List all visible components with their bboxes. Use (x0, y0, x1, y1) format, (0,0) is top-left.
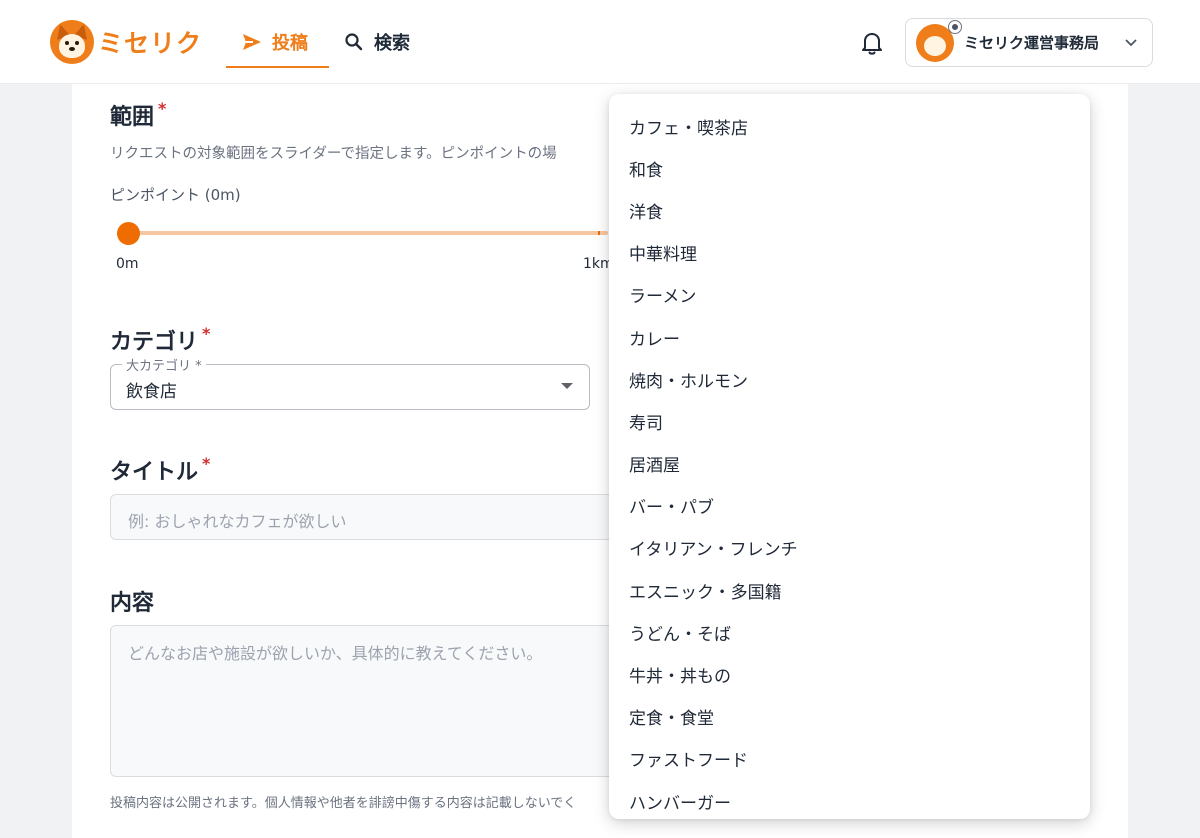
dropdown-option[interactable]: 焼肉・ホルモン (609, 358, 1090, 400)
dropdown-option[interactable]: 中華料理 (609, 232, 1090, 274)
dropdown-option[interactable]: 定食・食堂 (609, 696, 1090, 738)
dropdown-option[interactable]: 和食 (609, 147, 1090, 189)
dropdown-option[interactable]: 居酒屋 (609, 443, 1090, 485)
content-notice: 投稿内容は公開されます。個人情報や他者を誹謗中傷する内容は記載しないでく (110, 796, 577, 811)
range-slider-thumb[interactable] (117, 222, 140, 245)
avatar (916, 19, 962, 62)
app-header: ミセリク 投稿 検索 ミセリク運営事務局 (0, 0, 1200, 84)
required-mark: * (158, 99, 167, 118)
tab-post-label: 投稿 (272, 33, 308, 54)
user-name: ミセリク運営事務局 (964, 34, 1100, 52)
dropdown-option[interactable]: バー・パブ (609, 485, 1090, 527)
range-slider-track[interactable] (128, 231, 608, 235)
tab-search[interactable]: 検索 (344, 22, 410, 62)
dropdown-option[interactable]: ラーメン (609, 274, 1090, 316)
active-tab-indicator (226, 66, 329, 68)
subcategory-dropdown-menu: カフェ・喫茶店 和食 洋食 中華料理 ラーメン カレー 焼肉・ホルモン 寿司 居… (609, 94, 1090, 819)
chevron-down-icon (1125, 39, 1137, 47)
main-category-label: 大カテゴリ * (122, 355, 206, 374)
settings-badge-icon (948, 19, 962, 34)
slider-label-min: 0m (116, 256, 139, 272)
main-category-value: 飲食店 (126, 382, 177, 402)
dropdown-option[interactable]: ファストフード (609, 738, 1090, 780)
dropdown-option[interactable]: カフェ・喫茶店 (609, 105, 1090, 147)
search-icon (345, 33, 363, 51)
dropdown-option[interactable]: 洋食 (609, 189, 1090, 231)
tab-post[interactable]: 投稿 (226, 22, 329, 68)
dropdown-option[interactable]: イタリアン・フレンチ (609, 527, 1090, 569)
range-current-value: ピンポイント (0m) (110, 186, 241, 204)
slider-tick-mark (598, 231, 600, 235)
category-heading: カテゴリ * (110, 324, 211, 355)
dropdown-option[interactable]: うどん・そば (609, 611, 1090, 653)
bell-icon[interactable] (860, 30, 884, 56)
user-menu-button[interactable]: ミセリク運営事務局 (905, 18, 1153, 67)
content-heading: 内容 (110, 591, 155, 616)
shiba-logo-icon (50, 20, 94, 64)
dropdown-option[interactable]: ハンバーガー (609, 780, 1090, 819)
dropdown-arrow-icon (561, 383, 573, 389)
content-textarea[interactable]: どんなお店や施設が欲しいか、具体的に教えてください。 (110, 625, 630, 777)
tab-search-label: 検索 (374, 33, 410, 54)
logo-text: ミセリク (98, 29, 203, 58)
required-mark: * (202, 324, 211, 343)
app-logo[interactable]: ミセリク (50, 20, 202, 64)
range-heading: 範囲 * (110, 99, 167, 130)
required-mark: * (202, 454, 211, 473)
dropdown-option[interactable]: 牛丼・丼もの (609, 653, 1090, 695)
dropdown-option[interactable]: カレー (609, 316, 1090, 358)
title-placeholder: 例: おしゃれなカフェが欲しい (128, 512, 347, 531)
range-description: リクエストの対象範囲をスライダーで指定します。ピンポイントの場 (110, 146, 557, 162)
dropdown-option[interactable]: エスニック・多国籍 (609, 569, 1090, 611)
content-placeholder: どんなお店や施設が欲しいか、具体的に教えてください。 (128, 644, 543, 663)
dropdown-option[interactable]: 寿司 (609, 400, 1090, 442)
title-input[interactable]: 例: おしゃれなカフェが欲しい (110, 494, 630, 540)
send-icon (243, 34, 261, 50)
title-heading: タイトル * (110, 454, 211, 485)
